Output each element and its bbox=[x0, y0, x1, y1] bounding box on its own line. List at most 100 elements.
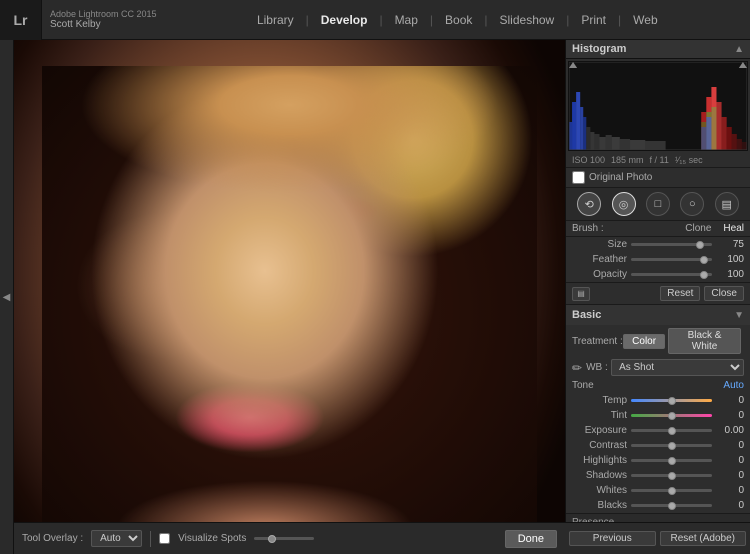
treatment-label: Treatment : bbox=[572, 336, 623, 347]
histogram-arrow-icon: ▲ bbox=[734, 44, 744, 55]
feather-track[interactable] bbox=[631, 258, 712, 261]
feather-slider-row: Feather 100 bbox=[566, 252, 750, 267]
size-thumb[interactable] bbox=[696, 241, 704, 249]
photo-background bbox=[14, 40, 565, 554]
contrast-track[interactable] bbox=[631, 444, 712, 447]
brush-row: Brush : Clone Heal bbox=[566, 221, 750, 237]
color-button[interactable]: Color bbox=[623, 334, 665, 349]
whites-thumb[interactable] bbox=[668, 487, 676, 495]
contrast-thumb[interactable] bbox=[668, 442, 676, 450]
brush-label: Brush : bbox=[572, 223, 612, 234]
nav-library[interactable]: Library bbox=[247, 9, 304, 31]
original-photo-checkbox[interactable] bbox=[572, 171, 585, 184]
whites-value: 0 bbox=[716, 485, 744, 496]
blacks-thumb[interactable] bbox=[668, 502, 676, 510]
nav-book[interactable]: Book bbox=[435, 9, 482, 31]
bw-button[interactable]: Black & White bbox=[668, 328, 741, 354]
lr-icon: Lr bbox=[14, 12, 28, 28]
tool-spot[interactable]: ◎ bbox=[612, 192, 636, 216]
tool-redeye[interactable]: □ bbox=[646, 192, 670, 216]
tint-thumb[interactable] bbox=[668, 412, 676, 420]
basic-title: Basic bbox=[572, 309, 601, 321]
contrast-slider-row: Contrast 0 bbox=[566, 438, 750, 453]
nav-develop[interactable]: Develop bbox=[311, 9, 378, 31]
histogram-svg bbox=[569, 62, 747, 150]
reset-button[interactable]: Reset bbox=[660, 286, 700, 301]
shadows-value: 0 bbox=[716, 470, 744, 481]
whites-slider-row: Whites 0 bbox=[566, 483, 750, 498]
tone-auto-button[interactable]: Auto bbox=[723, 380, 744, 391]
shutter-speed: ¹⁄₁₅ sec bbox=[675, 155, 703, 165]
histogram-title: Histogram bbox=[572, 43, 626, 55]
tool-gradient[interactable]: ▤ bbox=[715, 192, 739, 216]
reset-adobe-button[interactable]: Reset (Adobe) bbox=[660, 531, 747, 546]
tool-crop[interactable]: ⟲ bbox=[577, 192, 601, 216]
size-track[interactable] bbox=[631, 243, 712, 246]
highlights-thumb[interactable] bbox=[668, 457, 676, 465]
overlay-select-2[interactable]: Auto bbox=[91, 530, 142, 547]
panel-bottom-bar: Previous Reset (Adobe) bbox=[565, 522, 750, 554]
nav-menu: Library | Develop | Map | Book | Slidesh… bbox=[165, 9, 750, 31]
highlights-track[interactable] bbox=[631, 459, 712, 462]
viz-slider[interactable] bbox=[254, 537, 314, 540]
user-info: Adobe Lightroom CC 2015 Scott Kelby bbox=[42, 9, 165, 30]
histogram-display bbox=[568, 61, 748, 151]
tool-brush[interactable]: ○ bbox=[680, 192, 704, 216]
left-panel-toggle[interactable]: ◀ bbox=[0, 40, 14, 554]
blacks-label: Blacks bbox=[572, 500, 627, 511]
brush-heal-option[interactable]: Heal bbox=[723, 223, 744, 234]
exposure-thumb[interactable] bbox=[668, 427, 676, 435]
right-panel: Histogram ▲ bbox=[565, 40, 750, 554]
tint-track[interactable] bbox=[631, 414, 712, 417]
original-photo-row: Original Photo bbox=[566, 168, 750, 188]
opacity-label: Opacity bbox=[572, 269, 627, 280]
opacity-thumb[interactable] bbox=[700, 271, 708, 279]
photo-bottom-bar: Tool Overlay : Auto Visualize Spots Done bbox=[14, 522, 565, 554]
camera-info: ISO 100 185 mm f / 11 ¹⁄₁₅ sec bbox=[566, 153, 750, 168]
brush-clone-option[interactable]: Clone bbox=[685, 223, 711, 234]
basic-arrow-icon: ▼ bbox=[734, 310, 744, 321]
exposure-slider-row: Exposure 0.00 bbox=[566, 423, 750, 438]
shadows-thumb[interactable] bbox=[668, 472, 676, 480]
whites-track[interactable] bbox=[631, 489, 712, 492]
aperture: f / 11 bbox=[650, 155, 669, 165]
basic-section-header[interactable]: Basic ▼ bbox=[566, 305, 750, 325]
lr-logo: Lr bbox=[0, 0, 42, 40]
tint-value: 0 bbox=[716, 410, 744, 421]
visualize-spots-checkbox-2[interactable] bbox=[159, 533, 170, 544]
viz-thumb[interactable] bbox=[268, 535, 276, 543]
done-button-2[interactable]: Done bbox=[505, 530, 557, 548]
shadows-slider-row: Shadows 0 bbox=[566, 468, 750, 483]
tint-slider-row: Tint 0 bbox=[566, 408, 750, 423]
wb-select[interactable]: As Shot bbox=[611, 359, 744, 376]
contrast-value: 0 bbox=[716, 440, 744, 451]
shadows-track[interactable] bbox=[631, 474, 712, 477]
temp-thumb[interactable] bbox=[668, 397, 676, 405]
exposure-label: Exposure bbox=[572, 425, 627, 436]
action-row: ▤ Reset Close bbox=[566, 282, 750, 305]
feather-thumb[interactable] bbox=[700, 256, 708, 264]
topbar: Lr Adobe Lightroom CC 2015 Scott Kelby L… bbox=[0, 0, 750, 40]
iso-value: ISO 100 bbox=[572, 155, 605, 165]
histogram-section-header[interactable]: Histogram ▲ bbox=[566, 40, 750, 59]
opacity-track[interactable] bbox=[631, 273, 712, 276]
original-photo-label: Original Photo bbox=[589, 172, 652, 183]
blacks-track[interactable] bbox=[631, 504, 712, 507]
previous-button[interactable]: Previous bbox=[569, 531, 656, 546]
treatment-row: Treatment : Color Black & White bbox=[566, 325, 750, 357]
feather-label: Feather bbox=[572, 254, 627, 265]
nav-slideshow[interactable]: Slideshow bbox=[490, 9, 565, 31]
exposure-track[interactable] bbox=[631, 429, 712, 432]
nav-print[interactable]: Print bbox=[571, 9, 616, 31]
user-name: Scott Kelby bbox=[50, 19, 157, 30]
temp-track[interactable] bbox=[631, 399, 712, 402]
mask-action-icon[interactable]: ▤ bbox=[572, 287, 590, 301]
exposure-value: 0.00 bbox=[716, 425, 744, 436]
temp-slider-row: Temp 0 bbox=[566, 393, 750, 408]
highlights-slider-row: Highlights 0 bbox=[566, 453, 750, 468]
close-button[interactable]: Close bbox=[704, 286, 744, 301]
nav-web[interactable]: Web bbox=[623, 9, 667, 31]
left-arrow-icon: ◀ bbox=[3, 292, 11, 303]
nav-map[interactable]: Map bbox=[385, 9, 428, 31]
highlights-label: Highlights bbox=[572, 455, 627, 466]
